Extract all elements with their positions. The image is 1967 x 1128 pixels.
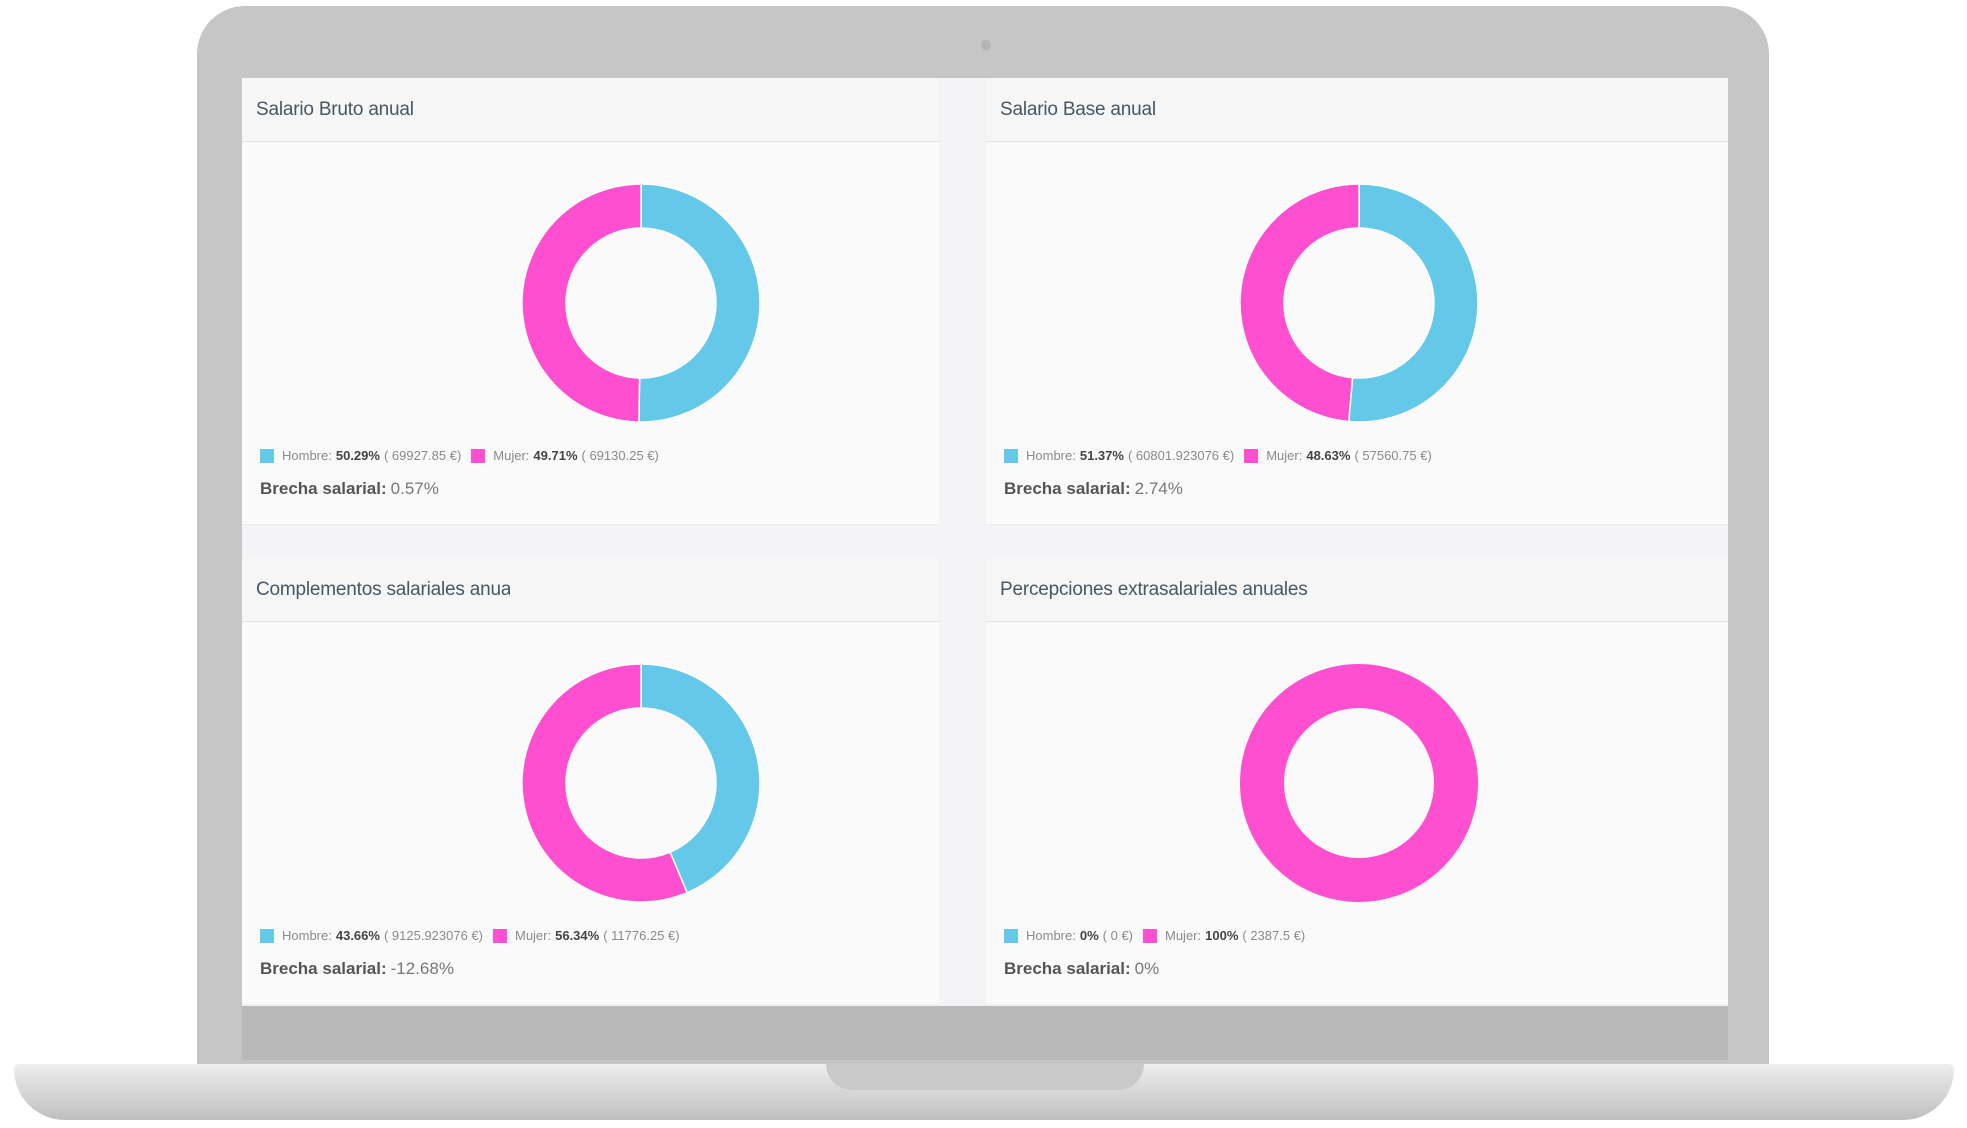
brecha-label: Brecha salarial: bbox=[260, 959, 387, 978]
brecha-label: Brecha salarial: bbox=[1004, 959, 1131, 978]
card-header: Salario Bruto anual bbox=[242, 78, 940, 142]
legend-item-mujer[interactable]: Mujer: 100% ( 2387.5 €) bbox=[1143, 928, 1305, 943]
card-salario-bruto: Salario Bruto anual Hombre: 50.29% ( 699… bbox=[242, 78, 940, 524]
legend-swatch-mujer bbox=[1143, 928, 1157, 943]
legend-item-mujer[interactable]: Mujer: 49.71% ( 69130.25 €) bbox=[471, 448, 659, 463]
brecha-salarial: Brecha salarial: 0.57% bbox=[260, 479, 439, 499]
legend-label-mujer: Mujer: bbox=[1165, 928, 1202, 943]
legend-pct-hombre: 43.66% bbox=[335, 928, 380, 943]
brecha-salarial: Brecha salarial: 2.74% bbox=[1004, 479, 1183, 499]
laptop-notch bbox=[826, 1064, 1144, 1090]
legend-value-hombre: ( 69927.85 €) bbox=[383, 448, 462, 463]
brecha-label: Brecha salarial: bbox=[1004, 479, 1131, 498]
legend-value-mujer: ( 57560.75 €) bbox=[1354, 448, 1432, 463]
chart-legend: Hombre: 50.29% ( 69927.85 €) Mujer: 49.7… bbox=[260, 448, 669, 463]
legend-item-mujer[interactable]: Mujer: 56.34% ( 11776.25 €) bbox=[492, 928, 680, 943]
legend-item-hombre[interactable]: Hombre: 43.66% ( 9125.923076 €) bbox=[260, 928, 483, 943]
brecha-salarial: Brecha salarial: 0% bbox=[1004, 959, 1159, 979]
legend-pct-mujer: 49.71% bbox=[533, 448, 578, 463]
brecha-value: 0% bbox=[1134, 959, 1160, 978]
card-header: Percepciones extrasalariales anuales bbox=[986, 558, 1728, 622]
donut-slice-mujer[interactable] bbox=[1239, 183, 1360, 423]
screen-bezel-bottom bbox=[242, 1006, 1728, 1060]
legend-value-mujer: ( 69130.25 €) bbox=[581, 448, 659, 463]
legend-swatch-hombre bbox=[1004, 928, 1018, 943]
legend-item-hombre[interactable]: Hombre: 50.29% ( 69927.85 €) bbox=[260, 448, 461, 463]
legend-label-hombre: Hombre: bbox=[1026, 928, 1076, 943]
brecha-value: -12.68% bbox=[390, 959, 454, 978]
legend-item-mujer[interactable]: Mujer: 48.63% ( 57560.75 €) bbox=[1244, 448, 1432, 463]
legend-label-hombre: Hombre: bbox=[1026, 448, 1076, 463]
legend-value-hombre: ( 9125.923076 €) bbox=[383, 928, 483, 943]
legend-swatch-mujer bbox=[471, 448, 486, 463]
donut-chart bbox=[1239, 183, 1479, 423]
legend-item-hombre[interactable]: Hombre: 51.37% ( 60801.923076 €) bbox=[1004, 448, 1234, 463]
donut-slice-mujer[interactable] bbox=[1240, 664, 1478, 902]
card-header: Complementos salariales anuales bbox=[242, 558, 940, 622]
card-salario-base: Salario Base anual Hombre: 51.37% ( 6080… bbox=[986, 78, 1728, 524]
legend-value-mujer: ( 11776.25 €) bbox=[603, 928, 680, 943]
legend-label-mujer: Mujer: bbox=[514, 928, 552, 943]
legend-label-mujer: Mujer: bbox=[1266, 448, 1303, 463]
card-title: Salario Bruto anual bbox=[256, 98, 414, 120]
legend-swatch-mujer bbox=[492, 928, 507, 943]
legend-label-mujer: Mujer: bbox=[493, 448, 530, 463]
legend-pct-mujer: 100% bbox=[1205, 928, 1239, 943]
legend-value-mujer: ( 2387.5 €) bbox=[1242, 928, 1306, 943]
legend-label-hombre: Hombre: bbox=[282, 448, 332, 463]
legend-pct-hombre: 51.37% bbox=[1079, 448, 1124, 463]
brecha-label: Brecha salarial: bbox=[260, 479, 387, 498]
card-title: Salario Base anual bbox=[1000, 98, 1156, 120]
legend-pct-hombre: 50.29% bbox=[335, 448, 380, 463]
legend-item-hombre[interactable]: Hombre: 0% ( 0 €) bbox=[1004, 928, 1133, 943]
donut-slice-mujer[interactable] bbox=[521, 183, 642, 423]
legend-value-hombre: ( 60801.923076 €) bbox=[1127, 448, 1235, 463]
card-complementos-salariales: Complementos salariales anuales Hombre: … bbox=[242, 558, 940, 1004]
brecha-value: 2.74% bbox=[1134, 479, 1183, 498]
brecha-value: 0.57% bbox=[390, 479, 439, 498]
donut-chart bbox=[521, 663, 761, 903]
screen: Salario Bruto anual Hombre: 50.29% ( 699… bbox=[242, 78, 1728, 1006]
legend-swatch-hombre bbox=[260, 448, 274, 463]
card-title: Percepciones extrasalariales anuales bbox=[1000, 578, 1308, 600]
legend-pct-hombre: 0% bbox=[1079, 928, 1099, 943]
donut-slice-hombre[interactable] bbox=[638, 183, 761, 423]
legend-swatch-mujer bbox=[1244, 448, 1259, 463]
legend-label-hombre: Hombre: bbox=[282, 928, 332, 943]
legend-value-hombre: ( 0 €) bbox=[1102, 928, 1133, 943]
chart-legend: Hombre: 51.37% ( 60801.923076 €) Mujer: … bbox=[1004, 448, 1442, 463]
card-percepciones-extrasalariales: Percepciones extrasalariales anuales Hom… bbox=[986, 558, 1728, 1004]
legend-swatch-hombre bbox=[260, 928, 274, 943]
card-header: Salario Base anual bbox=[986, 78, 1728, 142]
card-title: Complementos salariales anuales bbox=[256, 578, 510, 600]
legend-pct-mujer: 48.63% bbox=[1306, 448, 1351, 463]
chart-legend: Hombre: 43.66% ( 9125.923076 €) Mujer: 5… bbox=[260, 928, 690, 943]
chart-legend: Hombre: 0% ( 0 €) Mujer: 100% ( 2387.5 €… bbox=[1004, 928, 1315, 943]
donut-chart bbox=[521, 183, 761, 423]
donut-chart bbox=[1240, 664, 1478, 902]
donut-slice-hombre[interactable] bbox=[1347, 183, 1479, 423]
camera-dot bbox=[981, 40, 991, 50]
legend-pct-mujer: 56.34% bbox=[555, 928, 600, 943]
brecha-salarial: Brecha salarial: -12.68% bbox=[260, 959, 454, 979]
legend-swatch-hombre bbox=[1004, 448, 1018, 463]
